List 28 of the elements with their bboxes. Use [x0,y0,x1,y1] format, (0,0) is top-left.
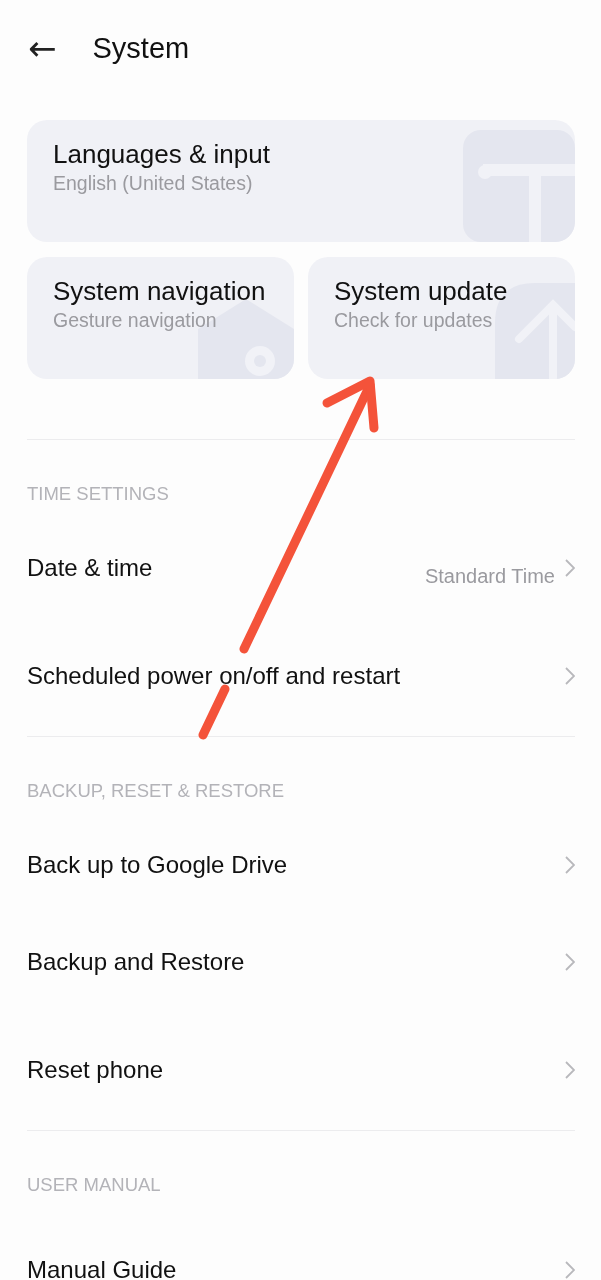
settings-item[interactable]: Manual Guide [27,1256,555,1280]
section-heading: USER MANUAL [27,1173,162,1197]
item-value: Standard Time [424,565,555,588]
settings-item[interactable]: Backup and Restore [27,947,555,976]
settings-card[interactable]: System update Check for updates [308,257,575,379]
card-title: System navigation [53,275,266,307]
back-button[interactable]: ← [28,28,57,68]
section-heading: TIME SETTINGS [27,482,170,506]
text-icon [463,130,575,242]
card-subtitle: Check for updates [334,309,493,332]
chevron-icon [565,1261,575,1279]
settings-item[interactable]: Date & time [27,553,415,582]
settings-card[interactable]: Languages & input English (United States) [27,120,575,242]
card-subtitle: Gesture navigation [53,309,217,332]
settings-card[interactable]: System navigation Gesture navigation [27,257,294,379]
card-title: Languages & input [53,138,270,170]
chevron-icon [565,1061,575,1079]
settings-item[interactable]: Reset phone [27,1056,555,1084]
chevron-icon [565,952,575,971]
chevron-icon [565,667,575,685]
section-heading: BACKUP, RESET & RESTORE [27,779,286,803]
settings-item[interactable]: Scheduled power on/off and restart [27,662,555,690]
page-title: System [92,31,190,65]
settings-item[interactable]: Back up to Google Drive [27,850,555,879]
card-subtitle: English (United States) [53,172,253,195]
chevron-icon [565,855,575,874]
card-title: System update [334,275,508,307]
chevron-icon [565,558,575,577]
